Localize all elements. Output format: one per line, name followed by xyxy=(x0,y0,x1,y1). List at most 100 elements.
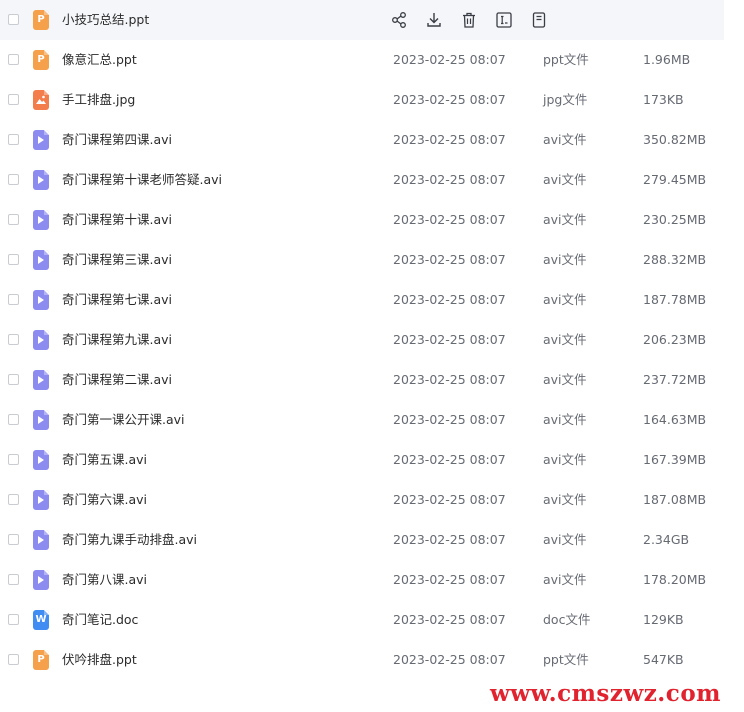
image-glyph xyxy=(36,95,46,104)
watermark: www.cmszwz.com xyxy=(490,680,721,707)
file-name[interactable]: 小技巧总结.ppt xyxy=(62,0,149,40)
file-list: P 小技巧总结.ppt P 像意汇总.ppt 2023-02-25 08:07 ppt文件… xyxy=(0,0,744,680)
video-file-icon xyxy=(33,330,49,350)
file-date: 2023-02-25 08:07 xyxy=(393,572,506,587)
row-checkbox[interactable] xyxy=(8,134,19,145)
row-checkbox[interactable] xyxy=(8,334,19,345)
play-glyph xyxy=(38,576,44,584)
file-name[interactable]: 奇门课程第七课.avi xyxy=(62,280,172,320)
img-file-icon xyxy=(33,90,49,110)
file-size: 2.34GB xyxy=(643,532,690,547)
file-row[interactable]: P 伏吟排盘.ppt 2023-02-25 08:07 ppt文件 547KB xyxy=(0,640,724,680)
file-row[interactable]: 奇门第八课.avi 2023-02-25 08:07 avi文件 178.20MB xyxy=(0,560,724,600)
row-checkbox[interactable] xyxy=(8,54,19,65)
file-size: 206.23MB xyxy=(643,332,707,347)
row-checkbox[interactable] xyxy=(8,94,19,105)
file-type: jpg文件 xyxy=(543,92,588,107)
row-checkbox[interactable] xyxy=(8,214,19,225)
play-glyph xyxy=(38,416,44,424)
file-name[interactable]: 奇门课程第十课老师答疑.avi xyxy=(62,160,222,200)
file-row[interactable]: W 奇门笔记.doc 2023-02-25 08:07 doc文件 129KB xyxy=(0,600,724,640)
file-size: 187.78MB xyxy=(643,292,707,307)
ppt-file-icon: P xyxy=(33,650,49,670)
file-date: 2023-02-25 08:07 xyxy=(393,412,506,427)
row-checkbox[interactable] xyxy=(8,494,19,505)
file-size: 173KB xyxy=(643,92,684,107)
file-type: ppt文件 xyxy=(543,52,589,67)
file-icon-letter: P xyxy=(37,14,45,25)
play-glyph xyxy=(38,376,44,384)
file-icon-letter: P xyxy=(37,54,45,65)
file-name[interactable]: 奇门第一课公开课.avi xyxy=(62,400,185,440)
trash-icon[interactable] xyxy=(460,11,478,29)
row-checkbox[interactable] xyxy=(8,534,19,545)
file-browser: P 小技巧总结.ppt P 像意汇总.ppt 2023-02-25 08:07 ppt文件… xyxy=(0,0,744,712)
file-row[interactable]: 奇门第六课.avi 2023-02-25 08:07 avi文件 187.08MB xyxy=(0,480,724,520)
row-checkbox[interactable] xyxy=(8,454,19,465)
file-row[interactable]: 奇门课程第十课老师答疑.avi 2023-02-25 08:07 avi文件 279.… xyxy=(0,160,724,200)
file-name[interactable]: 奇门第五课.avi xyxy=(62,440,147,480)
file-type: avi文件 xyxy=(543,172,587,187)
play-glyph xyxy=(38,136,44,144)
file-row[interactable]: 奇门课程第九课.avi 2023-02-25 08:07 avi文件 206.23MB xyxy=(0,320,724,360)
row-checkbox[interactable] xyxy=(8,414,19,425)
row-checkbox[interactable] xyxy=(8,254,19,265)
file-detail-icon[interactable] xyxy=(530,11,548,29)
ppt-file-icon: P xyxy=(33,10,49,30)
file-row[interactable]: 奇门课程第二课.avi 2023-02-25 08:07 avi文件 237.72MB xyxy=(0,360,724,400)
video-file-icon xyxy=(33,530,49,550)
file-name[interactable]: 奇门课程第三课.avi xyxy=(62,240,172,280)
file-row[interactable]: P 小技巧总结.ppt xyxy=(0,0,724,40)
file-name[interactable]: 奇门笔记.doc xyxy=(62,600,138,640)
file-name[interactable]: 奇门课程第十课.avi xyxy=(62,200,172,240)
file-name[interactable]: 像意汇总.ppt xyxy=(62,40,137,80)
row-checkbox[interactable] xyxy=(8,374,19,385)
file-type: avi文件 xyxy=(543,572,587,587)
share-icon[interactable] xyxy=(390,11,408,29)
file-name[interactable]: 手工排盘.jpg xyxy=(62,80,135,120)
file-row[interactable]: 奇门课程第七课.avi 2023-02-25 08:07 avi文件 187.78MB xyxy=(0,280,724,320)
row-checkbox[interactable] xyxy=(8,14,19,25)
file-row[interactable]: 奇门第五课.avi 2023-02-25 08:07 avi文件 167.39MB xyxy=(0,440,724,480)
file-name[interactable]: 奇门第八课.avi xyxy=(62,560,147,600)
video-file-icon xyxy=(33,450,49,470)
file-name[interactable]: 奇门课程第四课.avi xyxy=(62,120,172,160)
file-date: 2023-02-25 08:07 xyxy=(393,372,506,387)
file-name[interactable]: 奇门第六课.avi xyxy=(62,480,147,520)
video-file-icon xyxy=(33,490,49,510)
file-row[interactable]: 奇门课程第四课.avi 2023-02-25 08:07 avi文件 350.82MB xyxy=(0,120,724,160)
file-size: 1.96MB xyxy=(643,52,691,67)
file-name[interactable]: 伏吟排盘.ppt xyxy=(62,640,137,680)
video-file-icon xyxy=(33,410,49,430)
file-row[interactable]: 奇门课程第三课.avi 2023-02-25 08:07 avi文件 288.32MB xyxy=(0,240,724,280)
play-glyph xyxy=(38,496,44,504)
file-type: avi文件 xyxy=(543,292,587,307)
file-date: 2023-02-25 08:07 xyxy=(393,612,506,627)
file-name[interactable]: 奇门课程第二课.avi xyxy=(62,360,172,400)
file-date: 2023-02-25 08:07 xyxy=(393,92,506,107)
file-row[interactable]: 手工排盘.jpg 2023-02-25 08:07 jpg文件 173KB xyxy=(0,80,724,120)
file-type: ppt文件 xyxy=(543,652,589,667)
file-row[interactable]: 奇门课程第十课.avi 2023-02-25 08:07 avi文件 230.25MB xyxy=(0,200,724,240)
file-date: 2023-02-25 08:07 xyxy=(393,452,506,467)
file-type: avi文件 xyxy=(543,492,587,507)
play-glyph xyxy=(38,336,44,344)
download-icon[interactable] xyxy=(425,11,443,29)
row-checkbox[interactable] xyxy=(8,654,19,665)
row-checkbox[interactable] xyxy=(8,574,19,585)
file-row[interactable]: 奇门第九课手动排盘.avi 2023-02-25 08:07 avi文件 2.34GB xyxy=(0,520,724,560)
row-checkbox[interactable] xyxy=(8,174,19,185)
file-row[interactable]: 奇门第一课公开课.avi 2023-02-25 08:07 avi文件 164.63M… xyxy=(0,400,724,440)
video-file-icon xyxy=(33,170,49,190)
file-row[interactable]: P 像意汇总.ppt 2023-02-25 08:07 ppt文件 1.96MB xyxy=(0,40,724,80)
file-size: 230.25MB xyxy=(643,212,707,227)
video-file-icon xyxy=(33,130,49,150)
play-glyph xyxy=(38,256,44,264)
file-size: 547KB xyxy=(643,652,684,667)
file-name[interactable]: 奇门第九课手动排盘.avi xyxy=(62,520,197,560)
row-checkbox[interactable] xyxy=(8,294,19,305)
row-checkbox[interactable] xyxy=(8,614,19,625)
file-type: avi文件 xyxy=(543,332,587,347)
file-name[interactable]: 奇门课程第九课.avi xyxy=(62,320,172,360)
rename-icon[interactable] xyxy=(495,11,513,29)
